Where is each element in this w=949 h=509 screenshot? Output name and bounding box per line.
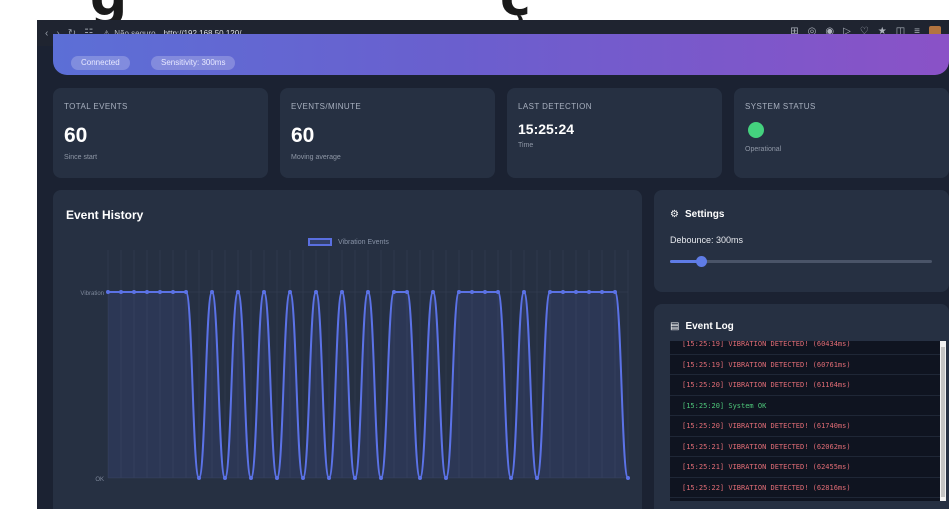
log-entry: [15:25:21] VIBRATION DETECTED! (62455ms) (670, 457, 946, 478)
log-scrollbar-thumb[interactable] (941, 347, 945, 497)
log-scrollbar[interactable] (940, 341, 946, 501)
data-point (184, 290, 188, 294)
debounce-slider[interactable] (670, 256, 932, 267)
data-point (106, 290, 110, 294)
stat-subtext: Operational (745, 146, 782, 153)
event-history-chart: Vibration OK (80, 250, 630, 483)
stat-subtext: Since start (64, 154, 98, 161)
data-point (405, 290, 409, 294)
data-point (340, 290, 344, 294)
log-entry: [15:25:19] VIBRATION DETECTED! (60434ms) (670, 341, 946, 355)
stat-card-total-events: Total Events 60 Since start (53, 88, 268, 178)
stat-card-last-detection: Last Detection 15:25:24 Time (507, 88, 722, 178)
data-point (223, 476, 227, 480)
data-point (457, 290, 461, 294)
settings-title: ⚙ Settings (670, 209, 724, 220)
data-point (626, 476, 630, 480)
data-point (548, 290, 552, 294)
stat-value: 60 (291, 124, 315, 147)
y-tick-label: OK (95, 477, 104, 483)
gear-icon: ⚙ (670, 209, 679, 220)
data-point (132, 290, 136, 294)
page-heading-fragment: ç (500, 0, 531, 20)
stat-value: 15:25:24 (518, 121, 575, 137)
data-point (158, 290, 162, 294)
stat-card-events-per-minute: Events/Minute 60 Moving average (280, 88, 495, 178)
event-log-title-text: Event Log (685, 321, 734, 332)
data-point (327, 476, 331, 480)
settings-title-text: Settings (684, 209, 725, 220)
data-point (522, 290, 526, 294)
data-point (587, 290, 591, 294)
connection-pill: Connected (71, 56, 130, 70)
series-area (108, 292, 628, 478)
event-log-title: ▤ Event Log (670, 321, 734, 332)
data-point (288, 290, 292, 294)
data-point (249, 476, 253, 480)
data-point (509, 476, 513, 480)
log-entry: [15:25:20] System OK (670, 396, 946, 416)
data-point (431, 290, 435, 294)
stat-card-system-status: System Status Operational (734, 88, 949, 178)
event-history-card: Event History Vibration Events Vibration… (53, 190, 642, 509)
log-entry: [15:25:19] VIBRATION DETECTED! (60761ms) (670, 355, 946, 375)
log-entry: [15:25:21] VIBRATION DETECTED! (62062ms) (670, 437, 946, 457)
log-entry: [15:25:22] VIBRATION DETECTED! (62816ms) (670, 478, 946, 498)
y-tick-label: Vibration (80, 291, 104, 297)
data-point (574, 290, 578, 294)
data-point (197, 476, 201, 480)
data-point (275, 476, 279, 480)
status-indicator (748, 122, 764, 138)
page-heading-strip: g ç (0, 0, 949, 20)
data-point (600, 290, 604, 294)
back-icon[interactable]: ‹ (45, 28, 48, 39)
data-point (119, 290, 123, 294)
sensitivity-pill: Sensitivity: 300ms (151, 56, 236, 70)
data-point (470, 290, 474, 294)
data-point (145, 290, 149, 294)
dashboard-header: Connected Sensitivity: 300ms (53, 34, 949, 75)
page-heading-fragment: g (90, 0, 127, 20)
event-log-list[interactable]: [15:25:19] VIBRATION DETECTED! (60434ms)… (670, 341, 946, 501)
data-point (379, 476, 383, 480)
data-point (418, 476, 422, 480)
data-point (613, 290, 617, 294)
data-point (483, 290, 487, 294)
browser-window: ‹ › ↻ ☷ ⚠ Não seguro http://192.168.50.1… (37, 20, 949, 509)
settings-card: ⚙ Settings Debounce: 300ms (654, 190, 949, 292)
log-entry: [15:25:22] VIBRATION DETECTED! (63130ms) (670, 498, 946, 501)
stat-label: Total Events (64, 102, 128, 111)
event-log-card: ▤ Event Log [15:25:19] VIBRATION DETECTE… (654, 304, 949, 509)
stat-value: 60 (64, 124, 88, 147)
stat-subtext: Moving average (291, 154, 341, 161)
data-point (444, 476, 448, 480)
data-point (301, 476, 305, 480)
data-point (171, 290, 175, 294)
stat-label: Last Detection (518, 102, 592, 111)
stat-label: Events/Minute (291, 102, 362, 111)
log-entry: [15:25:20] VIBRATION DETECTED! (61164ms) (670, 375, 946, 396)
data-point (535, 476, 539, 480)
stat-label: System Status (745, 102, 816, 111)
data-point (210, 290, 214, 294)
data-point (561, 290, 565, 294)
data-point (314, 290, 318, 294)
data-point (236, 290, 240, 294)
data-point (353, 476, 357, 480)
stat-subtext: Time (518, 142, 534, 149)
slider-thumb[interactable] (696, 256, 708, 267)
data-point (366, 290, 370, 294)
document-icon: ▤ (670, 321, 680, 332)
log-entry: [15:25:20] VIBRATION DETECTED! (61740ms) (670, 416, 946, 437)
data-point (496, 290, 500, 294)
data-point (262, 290, 266, 294)
debounce-label: Debounce: 300ms (670, 235, 744, 245)
data-point (392, 290, 396, 294)
